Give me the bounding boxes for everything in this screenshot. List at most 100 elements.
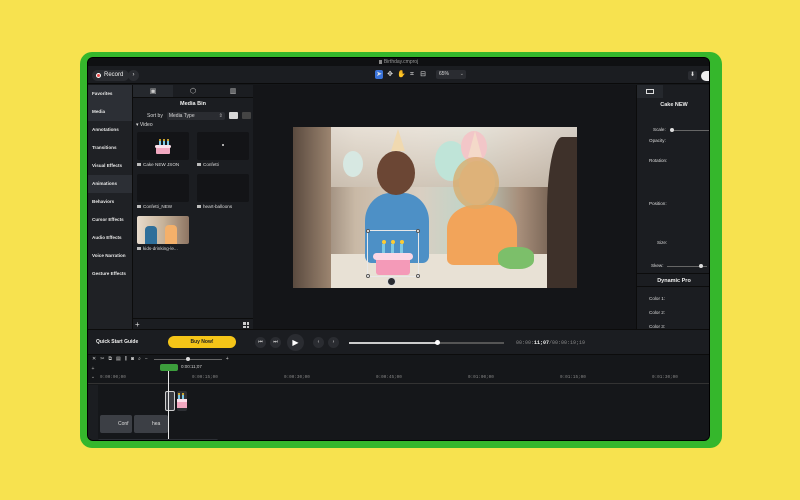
track-headers bbox=[88, 385, 98, 440]
media-item[interactable]: Confetti bbox=[197, 132, 249, 169]
scale-label: Scale: bbox=[653, 127, 666, 132]
media-item-label: kids-drinking-le... bbox=[137, 244, 189, 253]
resize-handle[interactable] bbox=[416, 229, 420, 233]
sidebar-item-animations[interactable]: Animations bbox=[88, 175, 132, 193]
buy-now-button[interactable]: Buy Now! bbox=[168, 336, 236, 348]
step-forward-icon[interactable]: ⏭ bbox=[270, 337, 281, 348]
playhead-line bbox=[168, 371, 169, 440]
scrub-bar[interactable] bbox=[349, 340, 504, 345]
resize-handle[interactable] bbox=[366, 229, 370, 233]
media-item[interactable]: heart-balloons bbox=[197, 174, 249, 211]
media-bin-tab-icon[interactable]: ▣ bbox=[133, 85, 173, 97]
step-back-icon[interactable]: ⏮ bbox=[255, 337, 266, 348]
hand-tool-icon[interactable]: ✋ bbox=[397, 70, 406, 79]
sidebar-item-behaviors[interactable]: Behaviors bbox=[88, 193, 132, 211]
sidebar-item-visual-effects[interactable]: Visual Effects bbox=[88, 157, 132, 175]
play-button[interactable]: ▶ bbox=[287, 334, 304, 351]
media-item[interactable]: kids-drinking-le... bbox=[137, 216, 189, 253]
properties-title: Cake NEW bbox=[660, 102, 688, 108]
sort-dropdown[interactable]: Media Type ⇕ bbox=[166, 111, 225, 120]
sidebar-item-favorites[interactable]: Favorites bbox=[88, 85, 132, 103]
sidebar-item-gesture-effects[interactable]: Gesture Effects bbox=[88, 265, 132, 283]
avatar[interactable] bbox=[701, 71, 709, 81]
split-icon[interactable]: ⫼ bbox=[125, 356, 127, 362]
sidebar-item-voice-narration[interactable]: Voice Narration bbox=[88, 247, 132, 265]
cake-clip[interactable] bbox=[177, 391, 187, 411]
timeline-scrollbar[interactable] bbox=[98, 439, 218, 440]
next-icon[interactable]: › bbox=[328, 337, 339, 348]
ruler-tick: 0:01:00;00 bbox=[468, 375, 494, 380]
chevron-down-icon: ⌄ bbox=[459, 71, 464, 77]
media-grid: Cake NEW JSON Confetti Confetti_NEW hear… bbox=[133, 130, 253, 300]
video-section-header[interactable]: ▾ Video bbox=[133, 121, 253, 130]
assets-tab-icon[interactable]: ▥ bbox=[213, 85, 253, 97]
heart-balloons-clip[interactable]: hea bbox=[134, 415, 168, 433]
sidebar-item-cursor-effects[interactable]: Cursor Effects bbox=[88, 211, 132, 229]
category-sidebar: Favorites Media Annotations Transitions … bbox=[88, 85, 132, 329]
scrub-knob[interactable] bbox=[435, 340, 440, 345]
paste-icon[interactable]: ▤ bbox=[116, 356, 121, 362]
grid-view-icon[interactable] bbox=[243, 322, 249, 328]
playhead-marker[interactable] bbox=[160, 364, 178, 371]
app-window: Birthday.cmproj Record › ➤ ✥ ✋ ⌗ ⊟ 65% ⌄ … bbox=[87, 57, 710, 441]
video-icon bbox=[197, 205, 201, 208]
timeline-ruler[interactable]: 0:00:00;00 0:00:15;00 0:00:30;00 0:00:45… bbox=[88, 372, 709, 384]
scale-slider-knob[interactable] bbox=[670, 128, 674, 132]
quick-start-guide-link[interactable]: Quick Start Guide bbox=[96, 339, 138, 345]
timeline-zoom-knob[interactable] bbox=[185, 356, 190, 361]
scale-slider[interactable] bbox=[671, 130, 709, 131]
export-icon[interactable]: ⬇ bbox=[688, 71, 697, 80]
rotate-handle-icon[interactable] bbox=[387, 277, 396, 286]
cake-overlay[interactable] bbox=[373, 239, 413, 275]
media-thumbnail bbox=[197, 132, 249, 160]
timeline-zoom-slider[interactable] bbox=[153, 356, 222, 361]
visual-properties-tab[interactable] bbox=[637, 85, 663, 98]
rotation-label: Rotation: bbox=[649, 158, 668, 163]
zoom-icon[interactable]: ⌕ bbox=[138, 356, 141, 362]
sidebar-item-annotations[interactable]: Annotations bbox=[88, 121, 132, 139]
scrub-progress bbox=[349, 342, 437, 344]
ruler-tick: 0:00:15;00 bbox=[192, 375, 218, 380]
ruler-tick: 0:00:30;00 bbox=[284, 375, 310, 380]
zoom-out-icon[interactable]: − bbox=[145, 356, 148, 362]
media-bin-title: Media Bin bbox=[180, 101, 206, 107]
close-icon[interactable]: ✕ bbox=[92, 356, 96, 362]
crop-tool-icon[interactable]: ⌗ bbox=[408, 70, 416, 79]
cake-icon bbox=[155, 139, 171, 154]
resize-handle[interactable] bbox=[416, 274, 420, 278]
list-view-icon[interactable] bbox=[241, 112, 251, 119]
title-bar: Birthday.cmproj bbox=[88, 58, 709, 66]
skew-slider-knob[interactable] bbox=[699, 264, 703, 268]
camera-icon[interactable]: ◙ bbox=[131, 356, 134, 362]
resize-handle[interactable] bbox=[366, 274, 370, 278]
confetti-clip[interactable]: Conf bbox=[100, 415, 132, 433]
chevron-right-icon[interactable]: › bbox=[128, 70, 139, 81]
sidebar-item-transitions[interactable]: Transitions bbox=[88, 139, 132, 157]
record-button[interactable]: Record bbox=[92, 70, 130, 81]
media-thumbnail bbox=[197, 174, 249, 202]
zoom-dropdown[interactable]: 65% ⌄ bbox=[436, 70, 466, 79]
pan-tool-icon[interactable]: ✥ bbox=[386, 70, 394, 79]
media-thumbnail bbox=[137, 132, 189, 160]
cake-icon bbox=[177, 393, 187, 408]
properties-panel: Cake NEW Scale: Opacity: Rotation: Posit… bbox=[636, 85, 709, 329]
thumbnail-view-icon[interactable] bbox=[228, 112, 238, 119]
sidebar-item-media[interactable]: Media bbox=[88, 103, 132, 121]
arrow-tool-icon[interactable]: ➤ bbox=[375, 70, 383, 79]
zoom-in-icon[interactable]: + bbox=[226, 356, 229, 362]
copy-icon[interactable]: ⧉ bbox=[108, 356, 112, 362]
video-canvas[interactable] bbox=[293, 127, 577, 288]
party-hat bbox=[391, 129, 405, 151]
selected-clip[interactable] bbox=[165, 391, 175, 411]
media-item[interactable]: Cake NEW JSON bbox=[137, 132, 189, 169]
library-tab-icon[interactable]: ⬡ bbox=[173, 85, 213, 97]
trim-tool-icon[interactable]: ⊟ bbox=[419, 70, 427, 79]
cut-icon[interactable]: ✂ bbox=[100, 356, 104, 362]
window-title: Birthday.cmproj bbox=[383, 59, 419, 65]
media-item[interactable]: Confetti_NEW bbox=[137, 174, 189, 211]
timeline-panel: ✕ ✂ ⧉ ▤ ⫼ ◙ ⌕ − + + ⌄ 0:00:11;07 0:00:00… bbox=[88, 354, 709, 440]
previous-icon[interactable]: ‹ bbox=[313, 337, 324, 348]
kid-figure bbox=[165, 225, 177, 244]
balloon bbox=[343, 151, 363, 177]
sidebar-item-audio-effects[interactable]: Audio Effects bbox=[88, 229, 132, 247]
